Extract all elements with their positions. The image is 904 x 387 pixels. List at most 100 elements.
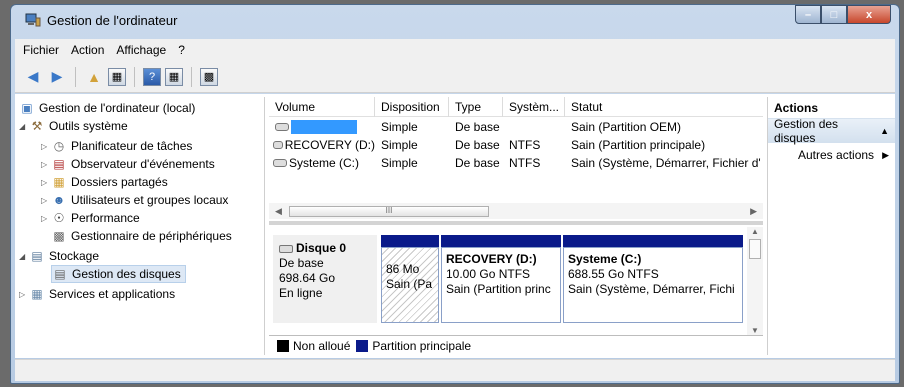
expanded-triangle-icon[interactable]: ◢: [19, 122, 29, 131]
tree-item-services[interactable]: ▷ ▦ Services et applications: [19, 285, 175, 303]
actions-title: Actions: [768, 97, 895, 119]
collapsed-triangle-icon[interactable]: ▷: [41, 196, 51, 205]
tree-item-gestion-disques[interactable]: ▤ Gestion des disques: [51, 265, 186, 283]
volume-cell: RECOVERY (D:): [269, 136, 375, 154]
volume-drive-icon: [275, 123, 289, 131]
scroll-left-icon[interactable]: ◀: [275, 206, 282, 217]
status-cell: Sain (Partition principale): [571, 138, 706, 152]
properties-icon[interactable]: ▩: [200, 67, 218, 86]
column-header-systeme[interactable]: Systèm...: [503, 97, 565, 117]
tree-item-label: Outils système: [49, 119, 128, 133]
help-icon[interactable]: ?: [143, 67, 161, 86]
tree-item-planificateur[interactable]: ▷ ◷ Planificateur de tâches: [41, 137, 192, 155]
scroll-right-icon[interactable]: ▶: [750, 206, 757, 217]
volume-drive-icon: [273, 141, 283, 149]
disk-name-row: Disque 0: [279, 241, 371, 256]
submenu-arrow-icon: ▶: [882, 149, 889, 160]
actions-more-item[interactable]: Autres actions ▶: [768, 143, 895, 167]
services-icon: ▦: [31, 287, 43, 301]
tree-item-label: Dossiers partagés: [71, 175, 168, 189]
vertical-scrollbar[interactable]: ▲ ▼: [747, 227, 763, 335]
action-pane-icon[interactable]: ▦: [165, 67, 183, 86]
tree-item-label: Gestion des disques: [72, 267, 181, 281]
maximize-button[interactable]: □: [821, 5, 847, 24]
column-header-disposition[interactable]: Disposition: [375, 97, 449, 117]
storage-icon: ▤: [31, 249, 43, 263]
forward-arrow-icon[interactable]: ▶: [47, 67, 67, 87]
column-header-statut[interactable]: Statut: [565, 97, 763, 117]
scroll-down-icon[interactable]: ▼: [751, 326, 759, 335]
show-hide-tree-icon[interactable]: ▦: [108, 67, 126, 86]
partition-bar-oem: [381, 235, 439, 247]
pane-splitter[interactable]: [269, 221, 763, 225]
partition-bar-recovery: [441, 235, 561, 247]
actions-pane: Actions Gestion des disques ▲ Autres act…: [767, 97, 895, 355]
close-button[interactable]: x: [847, 5, 891, 24]
disk-info-panel[interactable]: Disque 0 De base 698.64 Go En ligne: [273, 235, 377, 323]
tree-item-stockage[interactable]: ◢ ▤ Stockage: [19, 247, 99, 265]
tree-item-observateur[interactable]: ▷ ▤ Observateur d'événements: [41, 155, 215, 173]
collapsed-triangle-icon[interactable]: ▷: [41, 142, 51, 151]
partition-size: 688.55 Go NTFS: [568, 267, 659, 281]
expanded-triangle-icon[interactable]: ◢: [19, 252, 29, 261]
toolbar: ◀ ▶ ▲ ▦ ? ▦ ▩: [15, 61, 895, 93]
partition-oem[interactable]: 86 Mo Sain (Pa: [381, 247, 439, 323]
volume-cell: [269, 118, 375, 136]
disposition-cell: Simple: [381, 120, 418, 134]
menu-action[interactable]: Action: [71, 43, 104, 57]
collapsed-triangle-icon[interactable]: ▷: [41, 178, 51, 187]
column-header-volume[interactable]: Volume: [269, 97, 375, 117]
filesystem-cell: NTFS: [509, 138, 541, 152]
menu-affichage[interactable]: Affichage: [116, 43, 166, 57]
up-folder-icon[interactable]: ▲: [84, 67, 104, 87]
tree-item-label: Performance: [71, 211, 140, 225]
disposition-cell: Simple: [381, 138, 418, 152]
horizontal-scrollbar[interactable]: ◀ III ▶: [269, 203, 763, 219]
scrollbar-thumb[interactable]: [749, 239, 761, 259]
toolbar-separator: [134, 66, 135, 87]
actions-section-label: Gestion des disques: [774, 117, 839, 145]
volume-list-header: Volume Disposition Type Systèm... Statut: [269, 97, 763, 117]
disposition-cell: Simple: [381, 156, 418, 170]
collapsed-triangle-icon[interactable]: ▷: [41, 160, 51, 169]
collapsed-triangle-icon[interactable]: ▷: [19, 290, 29, 299]
legend-primary-label: Partition principale: [372, 338, 472, 353]
computer-management-icon: [25, 13, 41, 27]
collapse-up-icon[interactable]: ▲: [880, 126, 889, 136]
column-header-type[interactable]: Type: [449, 97, 503, 117]
window-controls: – □ x: [795, 5, 891, 25]
tree-item-outils[interactable]: ◢ ⚒ Outils système: [19, 117, 128, 135]
table-row[interactable]: Simple De base Sain (Partition OEM): [269, 118, 763, 136]
tree-item-performance[interactable]: ▷ ☉ Performance: [41, 209, 140, 227]
disk-management-icon: ▤: [54, 267, 66, 281]
disk-size: 698.64 Go: [279, 271, 336, 285]
scroll-up-icon[interactable]: ▲: [751, 227, 759, 236]
actions-section-gestion-disques[interactable]: Gestion des disques ▲: [768, 117, 895, 145]
partition-size: 10.00 Go NTFS: [446, 267, 531, 281]
collapsed-triangle-icon[interactable]: ▷: [41, 214, 51, 223]
volume-drive-icon: [273, 159, 287, 167]
tree-item-utilisateurs[interactable]: ▷ ☻ Utilisateurs et groupes locaux: [41, 191, 228, 209]
scrollbar-thumb[interactable]: III: [289, 206, 489, 217]
minimize-button[interactable]: –: [795, 5, 821, 24]
back-arrow-icon[interactable]: ◀: [23, 67, 43, 87]
menu-fichier[interactable]: Fichier: [23, 43, 59, 57]
app-window: Gestion de l'ordinateur – □ x Fichier Ac…: [10, 4, 900, 384]
type-cell: De base: [455, 120, 500, 134]
partition-name: RECOVERY (D:): [446, 252, 537, 266]
volume-name-highlight: [291, 120, 357, 134]
tree-item-peripheriques[interactable]: ▩ Gestionnaire de périphériques: [51, 227, 231, 245]
tree-item-root[interactable]: ▣ Gestion de l'ordinateur (local): [19, 99, 195, 117]
close-icon: x: [865, 8, 873, 21]
title-bar[interactable]: Gestion de l'ordinateur – □ x: [11, 5, 899, 35]
maximize-icon: □: [830, 8, 838, 21]
tree-item-dossiers[interactable]: ▷ ▦ Dossiers partagés: [41, 173, 168, 191]
menu-help[interactable]: ?: [178, 43, 185, 57]
partition-systeme[interactable]: Systeme (C:) 688.55 Go NTFS Sain (Systèm…: [563, 247, 743, 323]
table-row[interactable]: RECOVERY (D:) Simple De base NTFS Sain (…: [269, 136, 763, 154]
table-row[interactable]: Systeme (C:) Simple De base NTFS Sain (S…: [269, 154, 763, 172]
tools-icon: ⚒: [31, 119, 43, 133]
partition-recovery[interactable]: RECOVERY (D:) 10.00 Go NTFS Sain (Partit…: [441, 247, 561, 323]
legend-swatch-unallocated: [277, 339, 289, 352]
event-viewer-icon: ▤: [53, 157, 65, 171]
